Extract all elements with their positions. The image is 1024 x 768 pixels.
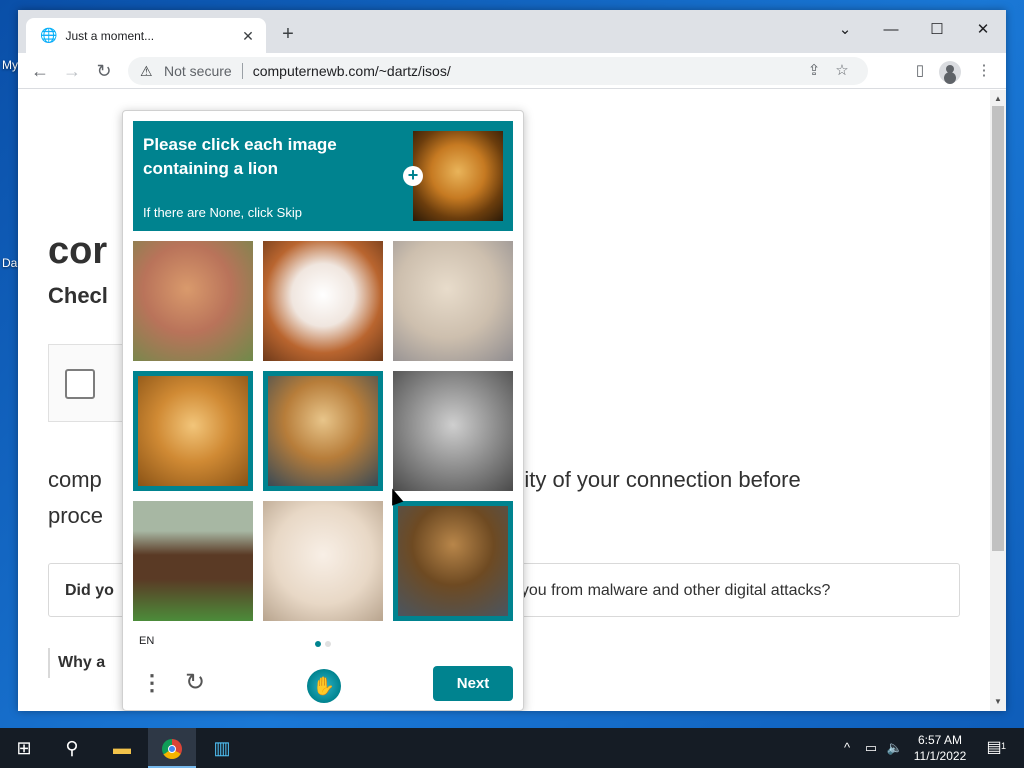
page-indicator: [315, 641, 335, 647]
verify-checkbox[interactable]: [65, 369, 95, 399]
captcha-instruction: Please click each image containing a lio…: [143, 135, 337, 178]
page-dot: [325, 641, 331, 647]
captcha-dialog: Please click each image containing a lio…: [122, 110, 524, 711]
minimize-button[interactable]: —: [868, 16, 914, 44]
tab-bar: 🌐 Just a moment... ✕ + ⌄ — ☐ ✕: [18, 10, 1006, 53]
page-title: cor: [48, 230, 108, 272]
browser-toolbar: ← → ↻ ⚠ Not secure computernewb.com/~dar…: [18, 53, 1006, 89]
security-status[interactable]: Not secure: [164, 63, 232, 79]
show-hidden-icons-icon[interactable]: ^: [838, 728, 856, 768]
dog-photo: [263, 501, 383, 621]
next-button[interactable]: Next: [433, 666, 513, 701]
maximize-button[interactable]: ☐: [914, 16, 960, 44]
cat-photo: [393, 371, 513, 491]
faq-did-prefix: Did yo: [65, 582, 114, 599]
start-button-icon[interactable]: ⊞: [0, 728, 48, 768]
expand-example-icon[interactable]: +: [403, 166, 423, 186]
taskbar: ⊞ ⚲ ▬ ▥ ^ ▭ 🔈 6:57 AM 11/1/2022 ▤ 1: [0, 728, 1024, 768]
volume-icon[interactable]: 🔈: [884, 728, 906, 768]
new-tab-button[interactable]: +: [276, 23, 300, 47]
captcha-image-dog[interactable]: [263, 501, 383, 621]
captcha-skip-hint: If there are None, click Skip: [143, 205, 302, 220]
dog-photo: [263, 241, 383, 361]
clock-date: 11/1/2022: [913, 749, 967, 763]
captcha-image-dog[interactable]: [133, 241, 253, 361]
lioness-photo: [393, 241, 513, 361]
captcha-image-lion[interactable]: [133, 371, 253, 491]
profile-avatar[interactable]: [939, 61, 961, 83]
faq-did-rest: ct you from malware and other digital at…: [504, 582, 831, 599]
app-building-icon[interactable]: ▥: [198, 728, 246, 768]
tab-title: Just a moment...: [65, 28, 155, 43]
horse-photo: [133, 501, 253, 621]
lion-photo: [398, 506, 508, 616]
scroll-down-icon[interactable]: ▼: [993, 697, 1003, 707]
notification-count: 1: [1000, 741, 1006, 751]
captcha-menu-icon[interactable]: ⋮: [141, 669, 163, 699]
captcha-image-cat[interactable]: [393, 371, 513, 491]
file-explorer-icon[interactable]: ▬: [98, 728, 146, 768]
close-tab-icon[interactable]: ✕: [240, 28, 256, 44]
address-bar[interactable]: ⚠ Not secure computernewb.com/~dartz/iso…: [128, 57, 868, 85]
page-dot-active: [315, 641, 321, 647]
captcha-image-lion[interactable]: [393, 501, 513, 621]
captcha-image-horse[interactable]: [133, 501, 253, 621]
lion-photo: [138, 376, 248, 486]
scroll-thumb[interactable]: [992, 106, 1004, 551]
captcha-image-grid: [133, 241, 513, 621]
language-selector[interactable]: EN: [139, 635, 154, 647]
tab-search-icon[interactable]: ⌄: [822, 16, 868, 44]
chrome-icon[interactable]: [148, 728, 196, 768]
captcha-prompt: Please click each image containing a lio…: [133, 121, 513, 231]
example-lion-image: [413, 131, 503, 221]
bookmark-star-icon[interactable]: ☆: [828, 57, 856, 85]
hcaptcha-logo-icon[interactable]: ✋: [307, 669, 341, 703]
captcha-refresh-icon[interactable]: ↻: [181, 669, 209, 699]
side-panel-icon[interactable]: ▯: [906, 57, 934, 85]
warning-icon[interactable]: ⚠: [140, 63, 156, 79]
system-clock[interactable]: 6:57 AM 11/1/2022: [905, 732, 975, 764]
close-window-button[interactable]: ✕: [960, 16, 1006, 44]
page-scrollbar[interactable]: ▲ ▼: [990, 90, 1006, 711]
desktop-icon-label-1[interactable]: My: [2, 58, 18, 72]
globe-icon: 🌐: [40, 27, 58, 43]
menu-kebab-icon[interactable]: ⋮: [970, 57, 998, 85]
share-icon[interactable]: ⇪: [800, 57, 828, 85]
clock-time: 6:57 AM: [917, 733, 963, 747]
paragraph-end: curity of your connection before: [493, 467, 801, 492]
captcha-image-lioness[interactable]: [393, 241, 513, 361]
page-subtitle: Checl: [48, 283, 108, 308]
reload-button[interactable]: ↻: [90, 57, 118, 85]
search-icon[interactable]: ⚲: [48, 728, 96, 768]
back-button[interactable]: ←: [26, 57, 54, 85]
url-text[interactable]: computernewb.com/~dartz/isos/: [253, 63, 800, 79]
captcha-image-dog[interactable]: [263, 241, 383, 361]
paragraph-line2: proce: [48, 503, 104, 528]
captcha-image-lion[interactable]: [263, 371, 383, 491]
notification-center-icon[interactable]: ▤ 1: [980, 734, 1008, 762]
scroll-up-icon[interactable]: ▲: [993, 94, 1003, 104]
browser-window: 🌐 Just a moment... ✕ + ⌄ — ☐ ✕ ← → ↻ ⚠ N…: [18, 10, 1006, 711]
desktop-icon-label-2[interactable]: Da: [2, 256, 17, 270]
dog-photo: [133, 241, 253, 361]
address-divider: [241, 63, 243, 79]
forward-button[interactable]: →: [58, 57, 86, 85]
browser-tab[interactable]: 🌐 Just a moment... ✕: [26, 18, 266, 53]
network-icon[interactable]: ▭: [860, 728, 882, 768]
paragraph-start: comp: [48, 467, 102, 492]
lion-photo: [268, 376, 378, 486]
